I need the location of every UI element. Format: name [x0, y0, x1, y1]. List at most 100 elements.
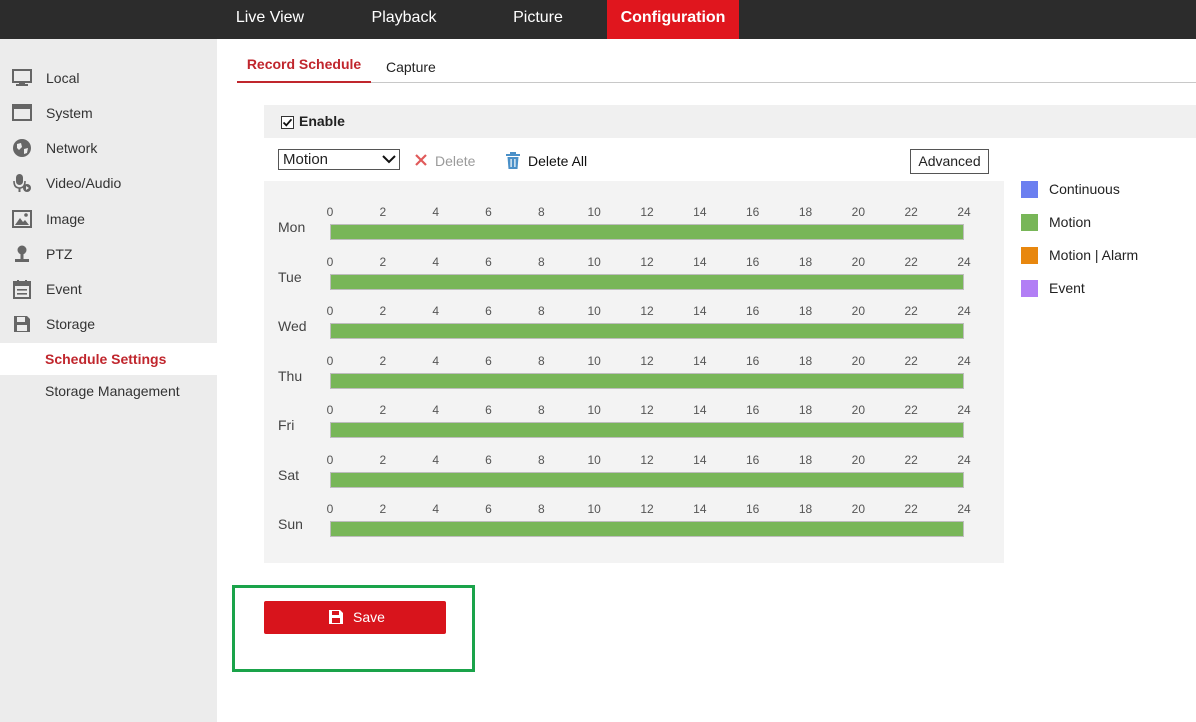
- ptz-icon: [15, 245, 29, 262]
- hour-tick-label: 8: [537, 502, 545, 516]
- day-label: Sun: [278, 516, 303, 532]
- hour-tick-label: 6: [485, 502, 492, 516]
- hour-tick-label: 0: [326, 205, 334, 219]
- schedule-panel: 0 2 4 6 8 10 12 14 16 18 20 22 24 Mon 0 2 4 6 8 10 12 14 16 18 2…: [264, 181, 1004, 563]
- record-type-value: Motion: [283, 151, 329, 168]
- sidebar-item-label: Schedule Settings: [45, 351, 167, 367]
- hour-tick-label: 24: [957, 304, 971, 318]
- sidebar-item-label: Local: [46, 70, 80, 86]
- hour-tick-label: 20: [851, 254, 865, 269]
- legend-swatch: [1021, 247, 1038, 264]
- hour-tick-label: 4: [432, 254, 439, 269]
- trash-icon: [506, 152, 520, 169]
- enable-label: Enable: [299, 113, 345, 129]
- sidebar: Local System Network Video/Audio Image P…: [0, 39, 217, 722]
- nav-tab-configuration[interactable]: Configuration: [607, 0, 739, 39]
- hour-tick-label: 20: [851, 502, 865, 516]
- hour-tick-label: 18: [798, 205, 813, 219]
- globe-icon: [13, 139, 31, 157]
- calendar-icon: [13, 280, 31, 299]
- hour-tick-label: 0: [326, 304, 334, 318]
- advanced-button[interactable]: Advanced: [910, 149, 989, 174]
- hour-tick-label: 4: [432, 452, 439, 467]
- hour-tick-label: 2: [379, 452, 387, 467]
- nav-tab-picture[interactable]: Picture: [500, 0, 576, 39]
- hour-tick-label: 2: [379, 353, 387, 368]
- tabs-divider: [237, 82, 1196, 83]
- day-label: Wed: [278, 318, 307, 334]
- sidebar-item-storage-management[interactable]: Storage Management: [0, 375, 217, 407]
- schedule-timeline[interactable]: [330, 521, 964, 537]
- enable-checkbox[interactable]: [281, 116, 294, 129]
- hour-tick-label: 0: [326, 403, 334, 417]
- hour-tick-label: 12: [640, 353, 654, 368]
- sidebar-item-schedule-settings[interactable]: Schedule Settings: [0, 343, 217, 375]
- chevron-down-icon: [382, 155, 396, 164]
- hour-tick-label: 10: [587, 403, 601, 417]
- sidebar-item-label: Storage Management: [45, 383, 180, 399]
- delete-all-label: Delete All: [528, 153, 588, 169]
- hour-tick-label: 6: [485, 452, 492, 467]
- nav-tab-playback[interactable]: Playback: [356, 0, 452, 39]
- hour-tick-label: 16: [745, 205, 760, 219]
- delete-label: Delete: [435, 153, 476, 169]
- hour-tick-label: 2: [379, 502, 387, 516]
- hour-tick-label: 20: [851, 304, 865, 318]
- delete-all-button[interactable]: Delete All: [505, 151, 589, 171]
- enable-bar: Enable: [264, 105, 1196, 138]
- hour-tick-label: 10: [587, 254, 601, 269]
- hour-tick-label: 22: [904, 452, 918, 467]
- save-label: Save: [353, 609, 385, 625]
- record-type-select[interactable]: Motion: [278, 149, 400, 170]
- hour-tick-label: 2: [379, 254, 387, 269]
- hour-tick-label: 24: [957, 452, 971, 467]
- sidebar-item-local[interactable]: Local: [0, 61, 217, 95]
- schedule-row: 0 2 4 6 8 10 12 14 16 18 20 22 24 Fri: [264, 384, 1004, 438]
- hour-tick-label: 20: [851, 452, 865, 467]
- hour-tick-label: 18: [798, 403, 813, 417]
- hour-tick-label: 4: [432, 304, 439, 318]
- hour-tick-label: 8: [537, 353, 545, 368]
- hour-tick-label: 18: [798, 304, 813, 318]
- sidebar-item-label: System: [46, 105, 93, 121]
- microphone-icon: [13, 174, 31, 192]
- sidebar-item-event[interactable]: Event: [0, 272, 217, 306]
- hour-tick-label: 8: [537, 304, 545, 318]
- schedule-segment[interactable]: [331, 522, 963, 536]
- hour-tick-label: 0: [326, 502, 334, 516]
- day-label: Tue: [278, 268, 302, 285]
- hour-tick-label: 24: [957, 254, 971, 269]
- hour-tick-label: 14: [693, 403, 707, 417]
- sidebar-item-storage[interactable]: Storage: [0, 307, 217, 341]
- day-label: Sat: [278, 466, 300, 483]
- tab-record-schedule[interactable]: Record Schedule: [237, 56, 371, 83]
- system-icon: [12, 104, 32, 121]
- save-button[interactable]: Save: [264, 601, 446, 634]
- sidebar-item-label: Image: [46, 211, 85, 227]
- sidebar-item-label: Network: [46, 140, 98, 156]
- hour-tick-label: 18: [798, 502, 813, 516]
- day-label: Mon: [278, 219, 306, 235]
- nav-tab-live-view[interactable]: Live View: [221, 0, 319, 39]
- floppy-icon: [14, 316, 30, 332]
- hour-tick-label: 10: [587, 502, 601, 516]
- sidebar-item-label: Event: [46, 281, 82, 297]
- hour-tick-label: 16: [745, 353, 760, 368]
- delete-button[interactable]: Delete: [414, 151, 476, 171]
- hour-tick-label: 12: [640, 254, 654, 269]
- sidebar-item-image[interactable]: Image: [0, 202, 217, 236]
- hour-tick-label: 2: [379, 304, 387, 318]
- sidebar-item-video-audio[interactable]: Video/Audio: [0, 166, 217, 200]
- hour-tick-label: 6: [485, 205, 492, 219]
- hour-tick-label: 18: [798, 452, 813, 467]
- hour-tick-label: 6: [485, 304, 492, 318]
- hour-tick-label: 2: [379, 205, 387, 219]
- hour-tick-label: 12: [640, 304, 654, 318]
- hour-tick-label: 16: [745, 304, 760, 318]
- sidebar-item-ptz[interactable]: PTZ: [0, 237, 217, 271]
- schedule-row: 0 2 4 6 8 10 12 14 16 18 20 22 24 Mon: [264, 186, 1004, 240]
- sidebar-item-network[interactable]: Network: [0, 131, 217, 165]
- tab-capture[interactable]: Capture: [386, 59, 436, 86]
- monitor-icon: [12, 69, 32, 86]
- sidebar-item-system[interactable]: System: [0, 96, 217, 130]
